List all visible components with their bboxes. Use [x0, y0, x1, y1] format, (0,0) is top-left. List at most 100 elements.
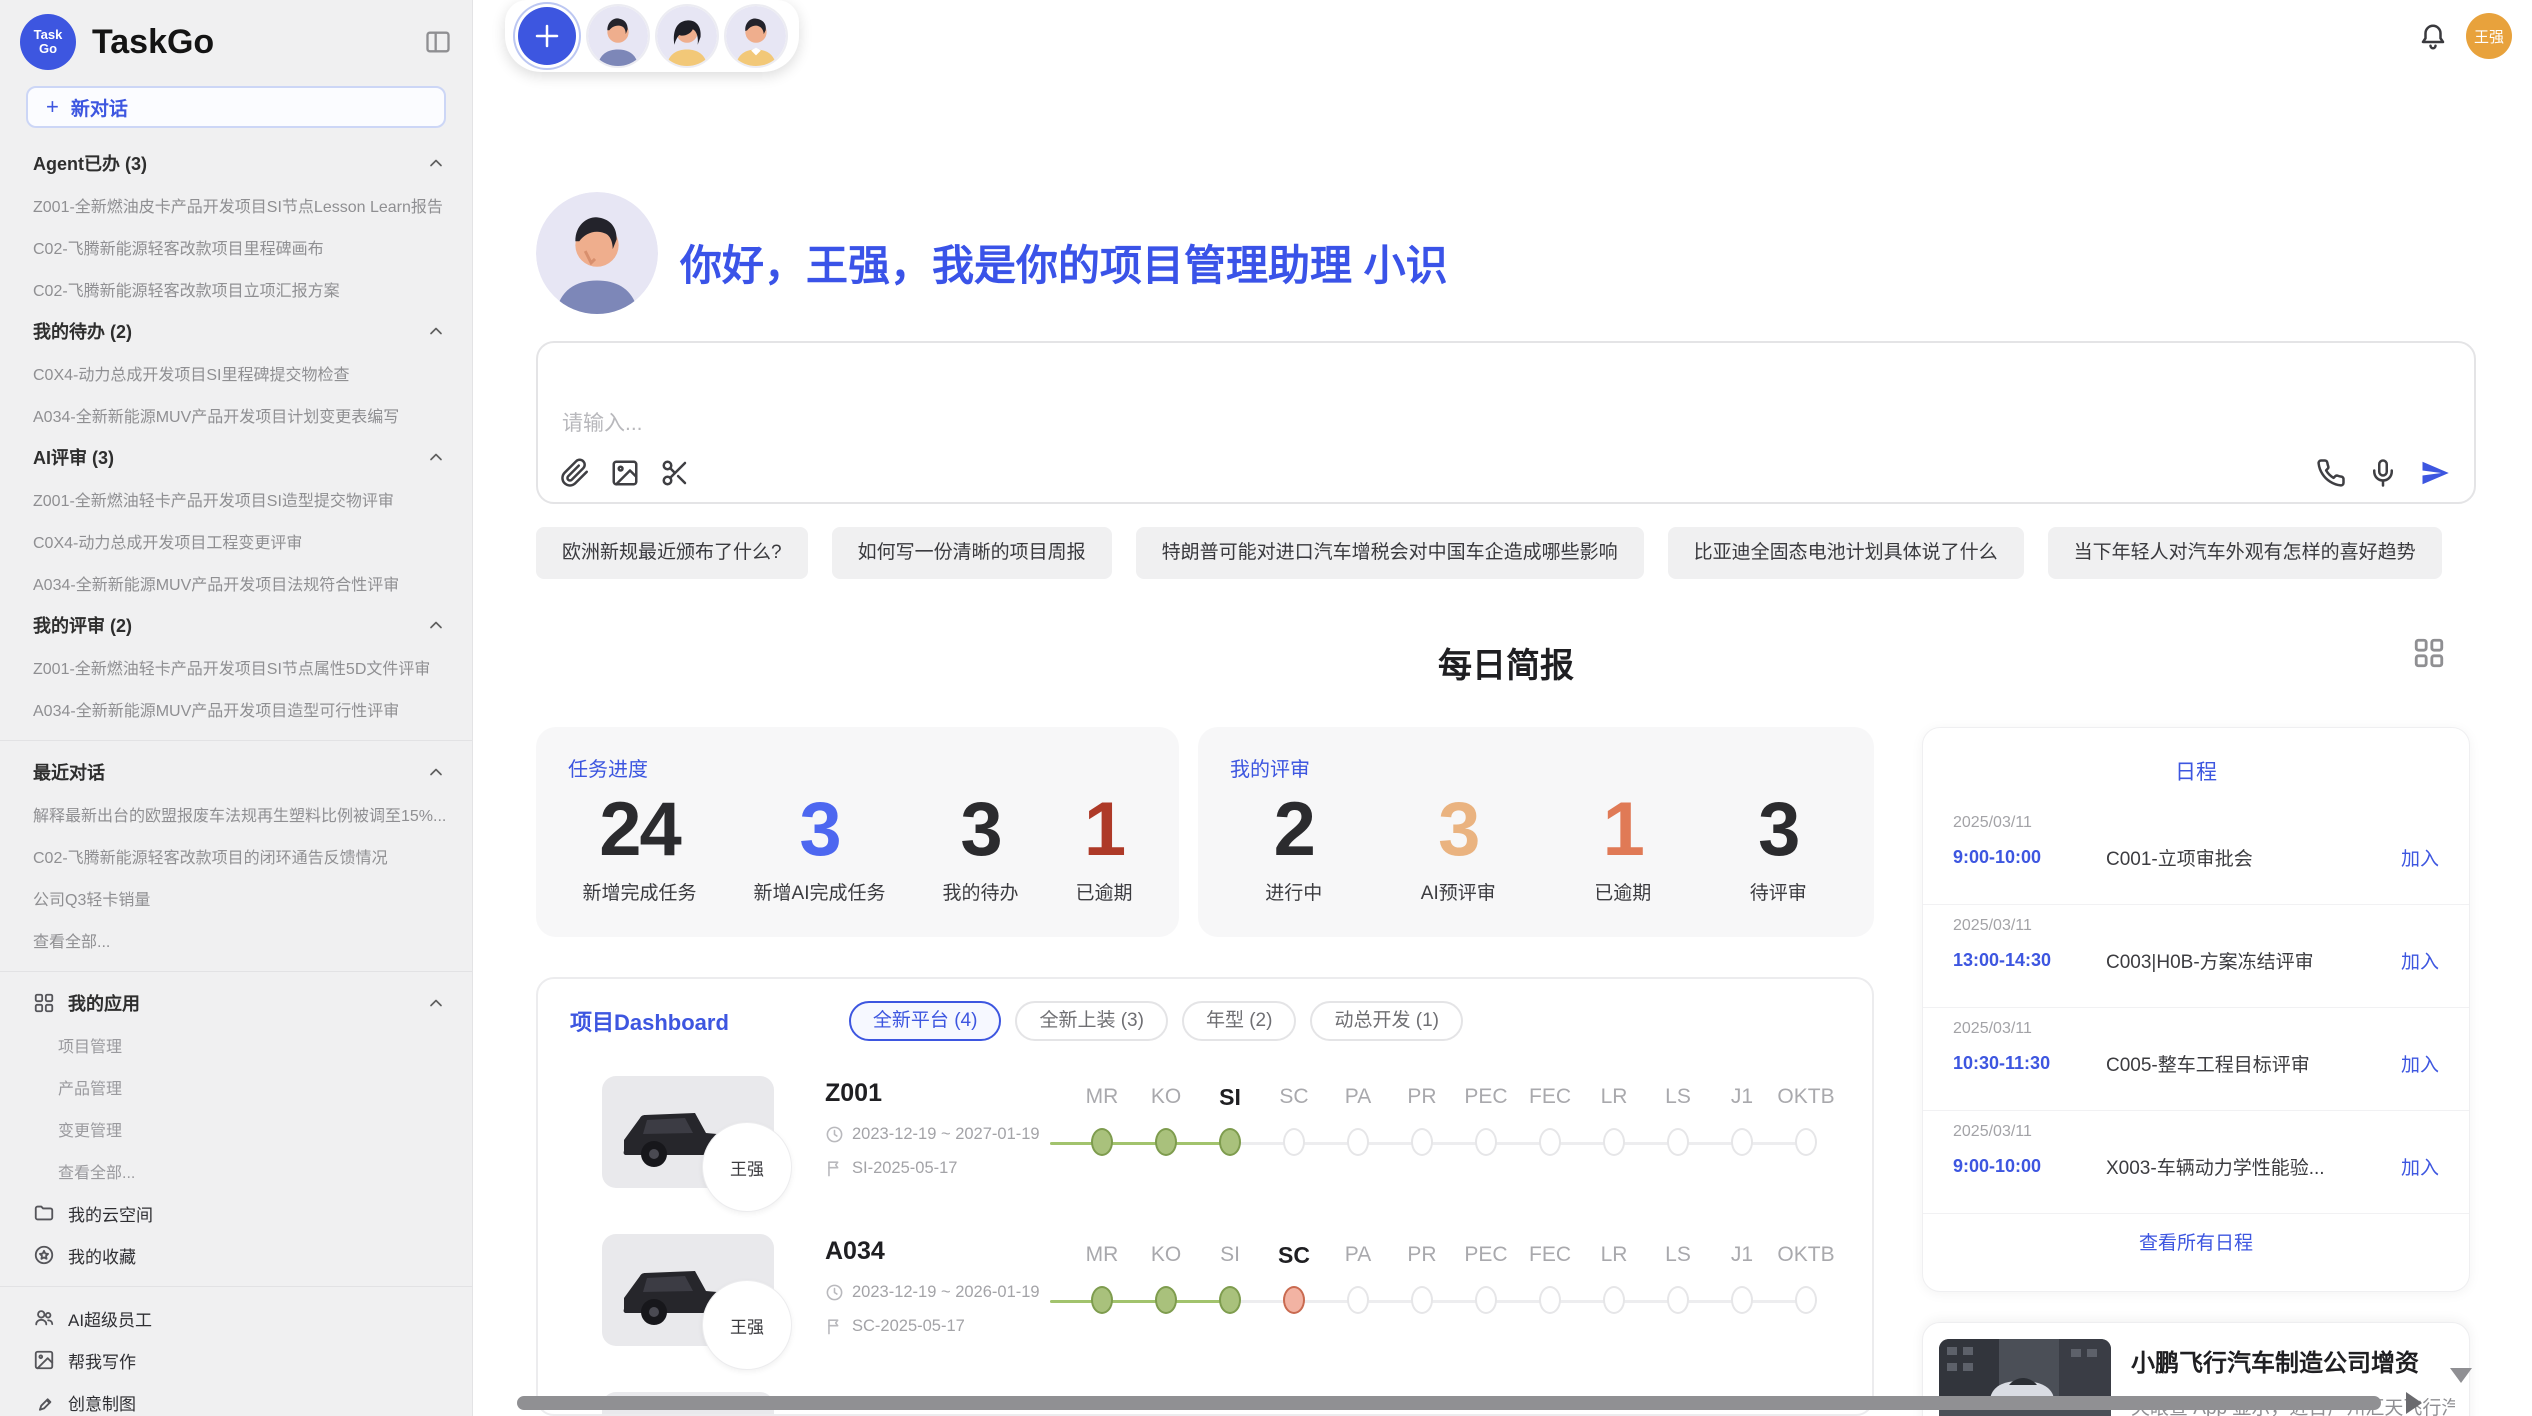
horizontal-scrollbar[interactable] [517, 1396, 2381, 1410]
sidebar-item[interactable]: A034-全新新能源MUV产品开发项目计划变更表编写 [0, 394, 472, 436]
milestone[interactable]: PA [1326, 1239, 1390, 1314]
milestone[interactable]: MR [1070, 1239, 1134, 1314]
suggestion-chip[interactable]: 特朗普可能对进口汽车增税会对中国车企造成哪些影响 [1136, 527, 1644, 579]
milestone[interactable]: OKTB [1774, 1239, 1838, 1314]
milestone[interactable]: SC [1262, 1239, 1326, 1314]
milestone[interactable]: J1 [1710, 1081, 1774, 1156]
app-item[interactable]: 产品管理 [0, 1066, 472, 1108]
milestone[interactable]: SC [1262, 1081, 1326, 1156]
milestone[interactable]: KO [1134, 1081, 1198, 1156]
suggestion-chip[interactable]: 比亚迪全固态电池计划具体说了什么 [1668, 527, 2024, 579]
schedule-event[interactable]: 2025/03/11 9:00-10:00 C001-立项审批会 加入 [1923, 802, 2469, 905]
recent-chat-item[interactable]: 解释最新出台的欧盟报废车法规再生塑料比例被调至15%... [0, 793, 472, 835]
recent-chat-item[interactable]: C02-飞腾新能源轻客改款项目的闭环通告反馈情况 [0, 835, 472, 877]
sidebar-collapse-icon[interactable] [424, 28, 452, 56]
milestone[interactable]: FEC [1518, 1081, 1582, 1156]
milestone[interactable]: PEC [1454, 1081, 1518, 1156]
my-cloud-space[interactable]: 我的云空间 [0, 1192, 472, 1234]
section-header-recent[interactable]: 最近对话 [0, 751, 472, 793]
tool-creative-drawing[interactable]: 创意制图 [0, 1381, 472, 1416]
milestone[interactable]: LR [1582, 1239, 1646, 1314]
schedule-event[interactable]: 2025/03/11 9:00-10:00 X003-车辆动力学性能验... 加… [1923, 1111, 2469, 1214]
layout-grid-icon[interactable] [2412, 636, 2446, 670]
assistant-avatar-2[interactable] [657, 6, 717, 66]
project-row[interactable]: 王强 Z001 2023-12-19 ~ 2027-01-19 SI-2025-… [538, 1065, 1872, 1223]
sidebar-item[interactable]: C02-飞腾新能源轻客改款项目立项汇报方案 [0, 268, 472, 310]
recent-view-all[interactable]: 查看全部... [0, 919, 472, 961]
join-link[interactable]: 加入 [2401, 1153, 2439, 1180]
suggestion-chip[interactable]: 如何写一份清晰的项目周报 [832, 527, 1112, 579]
schedule-event[interactable]: 2025/03/11 13:00-14:30 C003|H0B-方案冻结评审 加… [1923, 905, 2469, 1008]
milestone[interactable]: KO [1134, 1239, 1198, 1314]
new-chat-button[interactable]: + 新对话 [26, 86, 446, 128]
section-header-agent-done[interactable]: Agent已办 (3) [0, 142, 472, 184]
milestone[interactable]: SI [1198, 1081, 1262, 1156]
app-item[interactable]: 项目管理 [0, 1024, 472, 1066]
sidebar-item[interactable]: C0X4-动力总成开发项目SI里程碑提交物检查 [0, 352, 472, 394]
my-apps-list: 项目管理产品管理变更管理 [0, 1024, 472, 1150]
paperclip-icon[interactable] [560, 458, 590, 488]
phone-icon[interactable] [2316, 458, 2346, 488]
sidebar-item[interactable]: C02-飞腾新能源轻客改款项目里程碑画布 [0, 226, 472, 268]
join-link[interactable]: 加入 [2401, 947, 2439, 974]
sidebar-item[interactable]: A034-全新新能源MUV产品开发项目法规符合性评审 [0, 562, 472, 604]
new-chat-label: 新对话 [71, 94, 128, 121]
scroll-down-arrow[interactable] [2450, 1368, 2472, 1383]
milestone-dot [1347, 1128, 1369, 1156]
dashboard-tab[interactable]: 动总开发 (1) [1310, 1001, 1463, 1041]
tool-ai-super-staff[interactable]: AI超级员工 [0, 1297, 472, 1339]
recent-chat-item[interactable]: 公司Q3轻卡销量 [0, 877, 472, 919]
sidebar-item[interactable]: Z001-全新燃油轻卡产品开发项目SI造型提交物评审 [0, 478, 472, 520]
milestone[interactable]: LS [1646, 1239, 1710, 1314]
milestone[interactable]: OKTB [1774, 1081, 1838, 1156]
suggestion-chip[interactable]: 欧洲新规最近颁布了什么? [536, 527, 808, 579]
my-reviews-card: 我的评审 2 进行中 3 AI预评审 1 已逾期 3 [1198, 727, 1874, 937]
sidebar-item[interactable]: A034-全新新能源MUV产品开发项目造型可行性评审 [0, 688, 472, 730]
chat-input[interactable]: 请输入... [536, 341, 2476, 504]
join-link[interactable]: 加入 [2401, 844, 2439, 871]
milestone[interactable]: LS [1646, 1081, 1710, 1156]
section-header-my-apps[interactable]: 我的应用 [0, 982, 472, 1024]
my-favorites[interactable]: 我的收藏 [0, 1234, 472, 1276]
schedule-event[interactable]: 2025/03/11 10:30-11:30 C005-整车工程目标评审 加入 [1923, 1008, 2469, 1111]
milestone[interactable]: PR [1390, 1081, 1454, 1156]
milestone[interactable]: PA [1326, 1081, 1390, 1156]
milestone[interactable]: PR [1390, 1239, 1454, 1314]
milestone-label: J1 [1710, 1239, 1774, 1271]
sidebar-item[interactable]: Z001-全新燃油轻卡产品开发项目SI节点属性5D文件评审 [0, 646, 472, 688]
dashboard-tab[interactable]: 全新上装 (3) [1015, 1001, 1168, 1041]
milestone[interactable]: LR [1582, 1081, 1646, 1156]
join-link[interactable]: 加入 [2401, 1050, 2439, 1077]
image-upload-icon[interactable] [610, 458, 640, 488]
apps-view-all[interactable]: 查看全部... [0, 1150, 472, 1192]
suggestion-chip[interactable]: 当下年轻人对汽车外观有怎样的喜好趋势 [2048, 527, 2442, 579]
microphone-icon[interactable] [2368, 458, 2398, 488]
user-avatar[interactable]: 王强 [2466, 13, 2512, 59]
section-header-my-review[interactable]: 我的评审 (2) [0, 604, 472, 646]
section-header-ai-review[interactable]: AI评审 (3) [0, 436, 472, 478]
scroll-right-arrow[interactable] [2406, 1392, 2422, 1414]
app-item[interactable]: 变更管理 [0, 1108, 472, 1150]
send-icon[interactable] [2420, 458, 2450, 488]
milestone[interactable]: MR [1070, 1081, 1134, 1156]
milestone[interactable]: FEC [1518, 1239, 1582, 1314]
stat-label: 进行中 [1265, 878, 1322, 905]
milestone[interactable]: PEC [1454, 1239, 1518, 1314]
sidebar-item[interactable]: C0X4-动力总成开发项目工程变更评审 [0, 520, 472, 562]
scissors-icon[interactable] [660, 458, 690, 488]
section-header-my-todo[interactable]: 我的待办 (2) [0, 310, 472, 352]
stat: 1 已逾期 [1594, 784, 1651, 905]
sidebar-item[interactable]: Z001-全新燃油皮卡产品开发项目SI节点Lesson Learn报告 [0, 184, 472, 226]
assistant-avatar-1[interactable] [588, 6, 648, 66]
view-all-schedule-link[interactable]: 查看所有日程 [1923, 1228, 2469, 1255]
project-row[interactable]: 王强 A034 2023-12-19 ~ 2026-01-19 SC-2025-… [538, 1223, 1872, 1381]
tool-help-me-write[interactable]: 帮我写作 [0, 1339, 472, 1381]
milestone[interactable]: J1 [1710, 1239, 1774, 1314]
new-session-button[interactable] [518, 7, 576, 65]
bell-icon[interactable] [2418, 22, 2448, 52]
assistant-avatar-3[interactable] [726, 6, 786, 66]
milestone[interactable]: SI [1198, 1239, 1262, 1314]
stat: 3 我的待办 [942, 784, 1018, 905]
dashboard-tab[interactable]: 年型 (2) [1182, 1001, 1297, 1041]
dashboard-tab[interactable]: 全新平台 (4) [849, 1001, 1002, 1041]
